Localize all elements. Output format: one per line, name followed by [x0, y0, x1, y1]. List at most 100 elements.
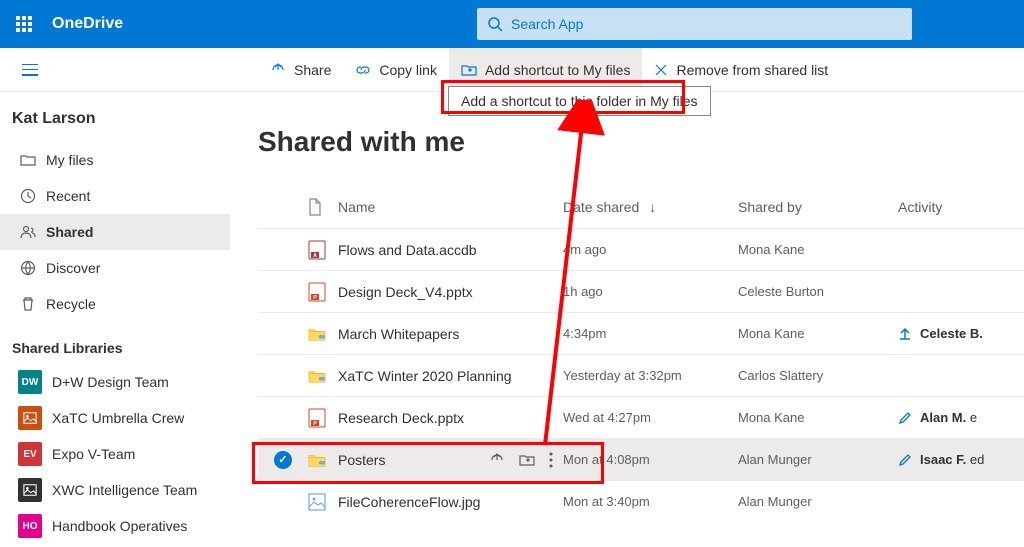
library-badge: EV — [18, 442, 42, 466]
nav-label: My files — [46, 152, 93, 168]
library-label: XaTC Umbrella Crew — [52, 410, 184, 426]
nav-label: Recycle — [46, 296, 96, 312]
shared-by: Mona Kane — [738, 326, 898, 341]
column-name-header[interactable]: Name — [338, 199, 563, 215]
svg-text:A: A — [313, 253, 317, 259]
file-name: March Whitepapers — [338, 326, 459, 342]
row-checkbox[interactable] — [274, 325, 292, 343]
column-icon-header[interactable] — [308, 198, 338, 216]
row-checkbox[interactable] — [274, 451, 292, 469]
row-share-button[interactable] — [489, 452, 505, 468]
app-launcher-button[interactable] — [0, 0, 48, 48]
clock-icon — [20, 188, 46, 204]
brand-name: OneDrive — [52, 15, 123, 33]
share-icon — [270, 62, 286, 78]
column-activity-header[interactable]: Activity — [898, 199, 1024, 215]
folder-shortcut-icon — [461, 62, 477, 78]
share-label: Share — [294, 62, 331, 78]
main-content: Shared with me Name Date shared ↓ Shared… — [230, 92, 1024, 547]
file-type-icon — [308, 493, 326, 511]
library-badge: DW — [18, 370, 42, 394]
libraries-title: Shared Libraries — [0, 322, 230, 364]
row-more-button[interactable] — [549, 452, 553, 468]
date-shared: 1h ago — [563, 284, 738, 299]
shared-by: Alan Munger — [738, 494, 898, 509]
column-date-label: Date shared — [563, 199, 639, 215]
table-row[interactable]: FileCoherenceFlow.jpgMon at 3:40pmAlan M… — [258, 480, 1024, 522]
row-checkbox[interactable] — [274, 241, 292, 259]
table-row[interactable]: A Flows and Data.accdb 4m agoMona Kane — [258, 228, 1024, 270]
shared-by: Celeste Burton — [738, 284, 898, 299]
sidebar: Kat Larson My files Recent Shared Discov… — [0, 92, 230, 544]
table-row[interactable]: XaTC Winter 2020 Planning Yesterday at 3:… — [258, 354, 1024, 396]
file-icon — [308, 198, 322, 216]
search-input[interactable] — [477, 8, 912, 40]
folder-icon — [20, 152, 46, 168]
date-shared: Yesterday at 3:32pm — [563, 368, 738, 383]
nav-shared[interactable]: Shared — [0, 214, 230, 250]
file-name: XaTC Winter 2020 Planning — [338, 368, 512, 384]
library-label: XWC Intelligence Team — [52, 482, 197, 498]
share-button[interactable]: Share — [258, 48, 343, 92]
column-sharedby-header[interactable]: Shared by — [738, 199, 898, 215]
add-shortcut-label: Add shortcut to My files — [485, 62, 631, 78]
file-name: Posters — [338, 452, 385, 468]
library-label: D+W Design Team — [52, 374, 169, 390]
globe-icon — [20, 260, 46, 276]
search-wrap — [477, 8, 912, 40]
table-row[interactable]: March Whitepapers4:34pmMona KaneCeleste … — [258, 312, 1024, 354]
date-shared: 4m ago — [563, 242, 738, 257]
library-item[interactable]: EV Expo V-Team — [0, 436, 230, 472]
library-label: Expo V-Team — [52, 446, 135, 462]
table-row[interactable]: Posters Mon at 4:08pmAlan MungerIsaac F.… — [258, 438, 1024, 480]
search-icon — [487, 16, 503, 32]
nav-discover[interactable]: Discover — [0, 250, 230, 286]
sort-desc-icon: ↓ — [649, 199, 656, 215]
hamburger-icon — [22, 64, 38, 76]
library-item[interactable]: XaTC Umbrella Crew — [0, 400, 230, 436]
link-icon — [355, 62, 371, 78]
table-row[interactable]: PDesign Deck_V4.pptx1h agoCeleste Burton — [258, 270, 1024, 312]
shared-by: Alan Munger — [738, 452, 898, 467]
page-title: Shared with me — [258, 126, 1024, 158]
nav-my-files[interactable]: My files — [0, 142, 230, 178]
table-row[interactable]: PResearch Deck.pptxWed at 4:27pmMona Kan… — [258, 396, 1024, 438]
tooltip: Add a shortcut to this folder in My file… — [448, 86, 711, 116]
file-type-icon: P — [308, 409, 326, 427]
nav-recent[interactable]: Recent — [0, 178, 230, 214]
file-name: Research Deck.pptx — [338, 410, 464, 426]
row-checkbox[interactable] — [274, 367, 292, 385]
library-badge — [18, 478, 42, 502]
library-item[interactable]: HOHandbook Operatives — [0, 508, 230, 544]
waffle-icon — [16, 16, 32, 32]
copy-link-button[interactable]: Copy link — [343, 48, 449, 92]
activity-cell: Isaac F. ed — [898, 452, 1024, 467]
row-checkbox[interactable] — [274, 283, 292, 301]
file-type-icon — [308, 451, 326, 469]
table-header: Name Date shared ↓ Shared by Activity — [258, 186, 1024, 228]
row-checkbox[interactable] — [274, 493, 292, 511]
edit-icon — [898, 453, 912, 467]
date-shared: 4:34pm — [563, 326, 738, 341]
file-type-icon: A — [308, 241, 326, 259]
shared-by: Mona Kane — [738, 410, 898, 425]
hamburger-button[interactable] — [8, 64, 52, 76]
column-date-header[interactable]: Date shared ↓ — [563, 199, 738, 215]
nav-recycle[interactable]: Recycle — [0, 286, 230, 322]
shared-by: Mona Kane — [738, 242, 898, 257]
nav-list: My files Recent Shared Discover Recycle — [0, 142, 230, 322]
add-shortcut-button[interactable]: Add shortcut to My files — [449, 48, 643, 92]
app-header: OneDrive — [0, 0, 1024, 48]
remove-shared-label: Remove from shared list — [676, 62, 828, 78]
file-type-icon — [308, 325, 326, 343]
library-item[interactable]: XWC Intelligence Team — [0, 472, 230, 508]
remove-shared-button[interactable]: Remove from shared list — [642, 48, 840, 92]
row-shortcut-button[interactable] — [519, 452, 535, 468]
nav-label: Shared — [46, 224, 93, 240]
row-checkbox[interactable] — [274, 409, 292, 427]
file-name: Flows and Data.accdb — [338, 242, 477, 258]
library-badge — [18, 406, 42, 430]
library-item[interactable]: DW D+W Design Team — [0, 364, 230, 400]
file-name: FileCoherenceFlow.jpg — [338, 494, 480, 510]
library-badge: HO — [18, 514, 42, 538]
